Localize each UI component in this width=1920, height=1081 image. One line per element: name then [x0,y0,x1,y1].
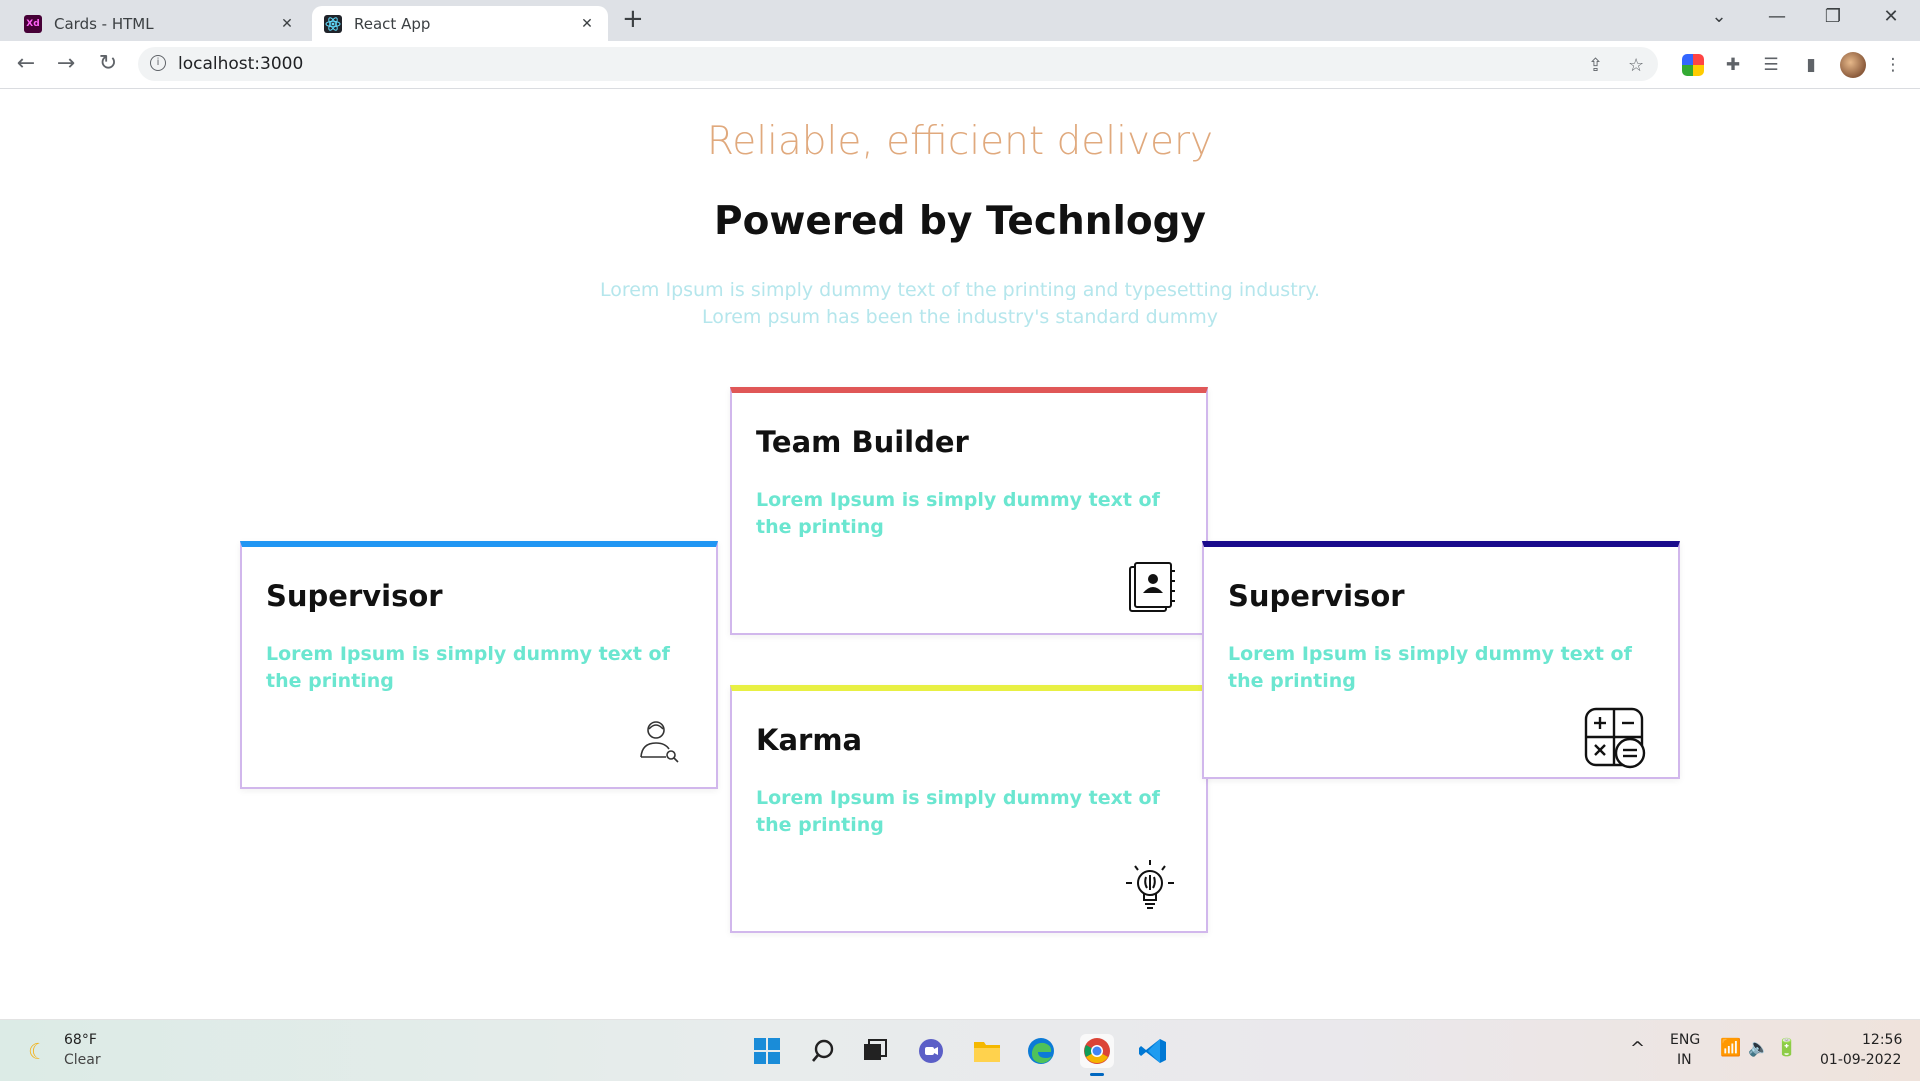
bookmark-star-icon[interactable]: ☆ [1628,55,1644,76]
weather-temperature[interactable]: 68°F [64,1032,97,1048]
react-icon [324,14,342,33]
wifi-icon[interactable]: 📶 [1720,1038,1741,1058]
close-window-button[interactable]: ✕ [1876,6,1906,27]
page-content: Reliable, efficient delivery Powered by … [0,89,1920,1019]
vscode-icon[interactable] [1136,1034,1170,1068]
restore-button[interactable]: ❐ [1818,6,1848,27]
clock-time[interactable]: 12:56 [1862,1032,1902,1048]
reading-list-icon[interactable]: ☰ [1760,54,1782,76]
edge-browser-icon[interactable] [1024,1034,1058,1068]
card-title: Team Builder [756,425,969,459]
address-bar[interactable]: i localhost:3000 ⇪ ☆ [138,47,1658,81]
tab-title: Cards - HTML [54,14,154,33]
card-karma[interactable]: Karma Lorem Ipsum is simply dummy text o… [730,685,1208,933]
card-team-builder[interactable]: Team Builder Lorem Ipsum is simply dummy… [730,387,1208,635]
active-app-indicator [1090,1073,1104,1076]
page-subtitle: Reliable, efficient delivery [706,119,1214,164]
battery-icon[interactable]: 🔋 [1776,1038,1797,1058]
card-title: Supervisor [266,579,443,613]
calculator-icon [1584,707,1646,769]
contact-book-icon [1129,562,1175,612]
intro-text: Lorem Ipsum is simply dummy text of the … [0,277,1920,331]
minimize-button[interactable]: — [1762,6,1792,27]
adobe-xd-icon: Xd [24,14,42,33]
teams-chat-icon[interactable] [914,1034,948,1068]
moon-weather-icon[interactable]: ☾ [28,1040,48,1065]
menu-more-icon[interactable]: ⋮ [1882,54,1904,76]
extensions-puzzle-icon[interactable]: ✚ [1722,54,1744,76]
page-heading: Powered by Technlogy [714,199,1206,244]
back-arrow-icon[interactable]: ← [12,51,40,76]
language-region[interactable]: IN [1677,1052,1692,1068]
side-panel-icon[interactable]: ▮ [1800,54,1822,76]
tab-title: React App [354,14,431,33]
card-supervisor-left[interactable]: Supervisor Lorem Ipsum is simply dummy t… [240,541,718,789]
weather-condition[interactable]: Clear [64,1052,101,1068]
site-info-icon[interactable]: i [150,55,166,71]
card-text: Lorem Ipsum is simply dummy text of the … [756,489,1160,538]
card-title: Karma [756,723,863,757]
language-indicator[interactable]: ENG [1670,1032,1700,1048]
forward-arrow-icon[interactable]: → [52,51,80,76]
close-tab-icon[interactable]: ✕ [278,16,296,32]
card-title: Supervisor [1228,579,1405,613]
tab-react-app[interactable]: React App ✕ [312,6,608,41]
new-tab-button[interactable]: + [622,4,644,34]
extension-colorful-icon[interactable] [1682,54,1704,76]
user-search-icon [640,721,679,763]
browser-tab-strip: Xd Cards - HTML ✕ React App ✕ + ⌄ — ❐ ✕ [0,0,1920,41]
browser-toolbar: ← → ↻ i localhost:3000 ⇪ ☆ ✚ ☰ ▮ ⋮ [0,41,1920,89]
card-text: Lorem Ipsum is simply dummy text of the … [266,643,670,692]
windows-taskbar: ☾ 68°F Clear ^ ENG IN 📶 🔈 🔋 12:56 01-09-… [0,1019,1920,1081]
file-explorer-icon[interactable] [970,1034,1004,1068]
lightbulb-brain-icon [1126,860,1174,909]
task-view-icon[interactable] [858,1034,892,1068]
chrome-browser-icon[interactable] [1080,1034,1114,1076]
profile-avatar[interactable] [1840,52,1866,78]
start-windows-icon[interactable] [750,1034,784,1068]
address-url[interactable]: localhost:3000 [178,54,303,74]
card-text: Lorem Ipsum is simply dummy text of the … [1228,643,1632,692]
search-icon[interactable] [806,1034,840,1068]
reload-icon[interactable]: ↻ [94,51,122,76]
intro-line: Lorem Ipsum is simply dummy text of the … [599,279,1321,301]
close-tab-icon[interactable]: ✕ [578,16,596,32]
tab-cards-html[interactable]: Xd Cards - HTML ✕ [12,6,308,41]
intro-line: Lorem psum has been the industry's stand… [701,306,1219,328]
tab-search-icon[interactable]: ⌄ [1704,6,1734,27]
show-hidden-icons-chevron[interactable]: ^ [1630,1038,1645,1059]
clock-date[interactable]: 01-09-2022 [1820,1052,1901,1068]
share-icon[interactable]: ⇪ [1588,55,1603,76]
card-supervisor-right[interactable]: Supervisor Lorem Ipsum is simply dummy t… [1202,541,1680,779]
volume-icon[interactable]: 🔈 [1748,1038,1769,1058]
card-text: Lorem Ipsum is simply dummy text of the … [756,787,1160,836]
